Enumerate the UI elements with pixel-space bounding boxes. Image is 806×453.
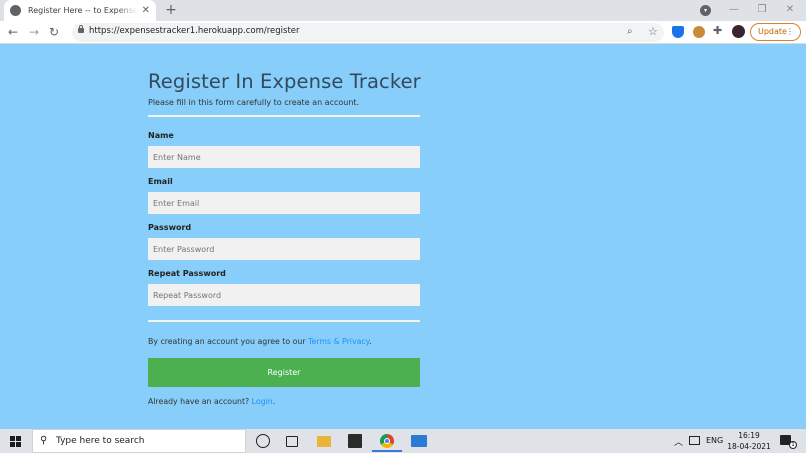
window-close-icon[interactable]: ✕	[780, 2, 800, 18]
notification-count-badge: 1	[789, 441, 797, 449]
mail-icon[interactable]	[411, 435, 427, 447]
browser-tab[interactable]: Register Here -- to Expense Tracker ✕	[4, 0, 156, 21]
page-title: Register In Expense Tracker	[148, 70, 421, 93]
signin-text: Already have an account? Login.	[148, 397, 420, 406]
store-bag-icon[interactable]	[348, 434, 362, 448]
zoom-icon[interactable]: ⌕	[627, 26, 633, 37]
active-app-indicator	[372, 450, 402, 452]
task-view-icon[interactable]	[286, 436, 298, 447]
terms-privacy-link[interactable]: Terms & Privacy	[308, 337, 369, 346]
url-text[interactable]: https://expensestracker1.herokuapp.com/r…	[89, 26, 300, 36]
clock-time: 16:19	[738, 431, 760, 440]
restore-icon[interactable]: ❐	[752, 2, 772, 18]
terms-text: By creating an account you agree to our …	[148, 337, 420, 346]
name-input[interactable]	[148, 146, 420, 168]
globe-icon	[10, 5, 21, 16]
page-subtitle: Please fill in this form carefully to cr…	[148, 98, 360, 107]
tab-strip: Register Here -- to Expense Tracker ✕ + …	[0, 0, 806, 21]
taskbar-search-box[interactable]: ⚲ Type here to search	[32, 429, 246, 453]
shield-extension-icon[interactable]	[672, 26, 684, 38]
cookie-extension-icon[interactable]	[693, 26, 705, 38]
clock[interactable]: 16:19 18-04-2021	[727, 430, 771, 452]
password-input[interactable]	[148, 238, 420, 260]
windows-taskbar: ⚲ Type here to search ︿ ENG 16:19 18-04-…	[0, 429, 806, 453]
update-button[interactable]: Update ⋮	[750, 23, 801, 41]
email-label: Email	[148, 177, 173, 186]
browser-toolbar: ← → ↻ https://expensestracker1.herokuapp…	[0, 21, 806, 44]
reload-icon[interactable]: ↻	[46, 24, 62, 40]
file-explorer-icon[interactable]	[317, 436, 331, 447]
forward-icon[interactable]: →	[26, 24, 42, 40]
clock-date: 18-04-2021	[727, 442, 771, 451]
terms-suffix: .	[369, 337, 372, 346]
signin-prefix: Already have an account?	[148, 397, 252, 406]
tab-title: Register Here -- to Expense Tracker	[28, 6, 138, 15]
password-label: Password	[148, 223, 192, 232]
update-label: Update	[758, 27, 787, 36]
taskbar-search-placeholder: Type here to search	[56, 436, 145, 446]
divider	[148, 115, 420, 117]
name-label: Name	[148, 131, 174, 140]
minimize-icon[interactable]: —	[724, 2, 744, 18]
new-tab-button[interactable]: +	[163, 2, 179, 18]
bookmark-star-icon[interactable]: ☆	[648, 25, 658, 38]
lock-icon	[78, 25, 84, 33]
signin-suffix: .	[272, 397, 276, 406]
profile-avatar[interactable]	[732, 25, 745, 38]
email-input[interactable]	[148, 192, 420, 214]
search-icon: ⚲	[40, 435, 48, 446]
close-tab-icon[interactable]: ✕	[142, 5, 150, 16]
terms-prefix: By creating an account you agree to our	[148, 337, 309, 346]
tab-search-icon[interactable]: ▾	[700, 5, 711, 16]
repeat-password-input[interactable]	[148, 284, 420, 306]
windows-start-icon[interactable]	[10, 436, 21, 447]
tray-chevron-up-icon[interactable]: ︿	[674, 435, 683, 448]
register-form: Register In Expense Tracker Please fill …	[148, 70, 421, 406]
back-icon[interactable]: ←	[5, 24, 21, 40]
language-indicator[interactable]: ENG	[706, 436, 723, 445]
login-link[interactable]: Login	[252, 397, 273, 406]
display-icon[interactable]	[689, 436, 700, 445]
menu-dots-icon[interactable]: ⋮	[786, 24, 794, 40]
divider	[148, 320, 420, 322]
extensions-puzzle-icon[interactable]: ✚	[713, 24, 722, 37]
chrome-icon[interactable]	[380, 434, 394, 448]
register-button[interactable]: Register	[148, 358, 420, 387]
repeat-password-label: Repeat Password	[148, 269, 226, 278]
address-bar[interactable]: https://expensestracker1.herokuapp.com/r…	[72, 23, 664, 42]
cortana-icon[interactable]	[256, 434, 270, 448]
